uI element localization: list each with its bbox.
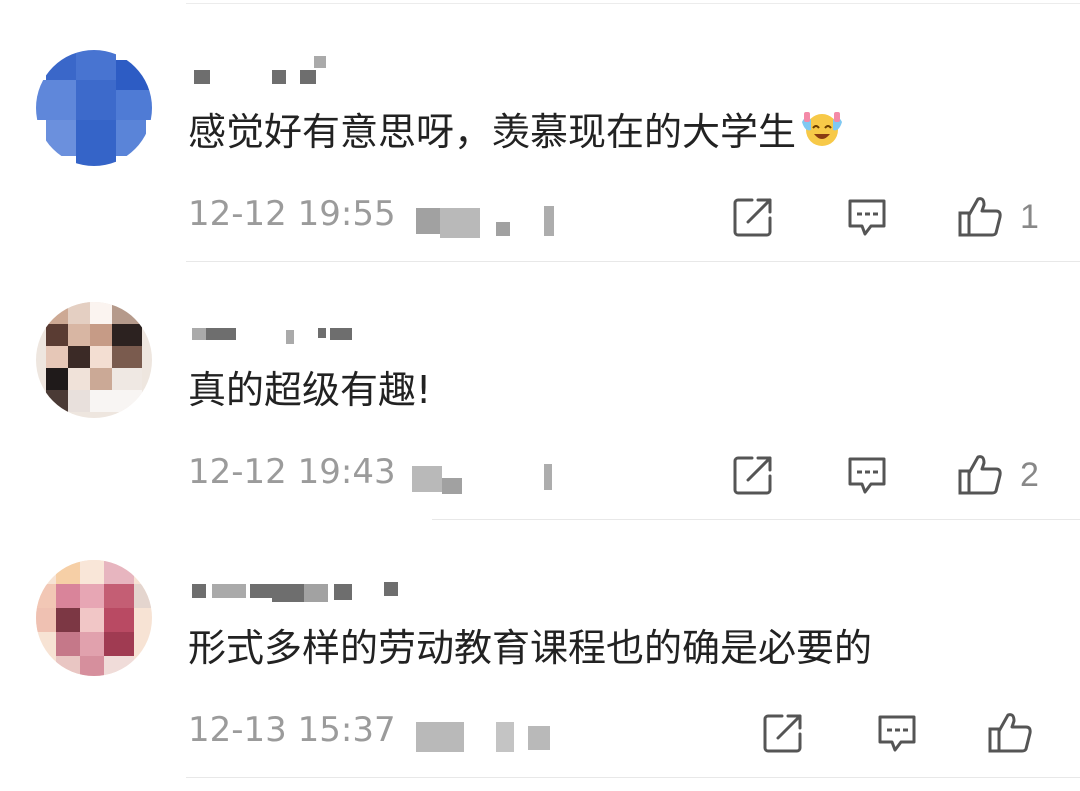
thumbs-up-icon [958, 453, 1004, 497]
comment-text: 感觉好有意思呀，羡慕现在的大学生 [188, 102, 844, 165]
comment-text: 真的超级有趣! [188, 368, 432, 412]
share-button[interactable] [762, 708, 804, 758]
username[interactable] [190, 56, 370, 84]
location-mask [412, 458, 562, 496]
reply-button[interactable] [846, 192, 888, 242]
comment-divider [186, 777, 1080, 778]
reply-button[interactable] [846, 450, 888, 500]
username[interactable] [190, 580, 410, 602]
laughing-crying-emoji-icon [800, 105, 844, 165]
reply-button[interactable] [876, 708, 918, 758]
comment-icon [846, 196, 888, 238]
comment-text: 形式多样的劳动教育课程也的确是必要的 [188, 626, 873, 670]
thumbs-up-icon [988, 711, 1034, 755]
timestamp: 12-12 19:43 [188, 452, 396, 492]
like-button[interactable]: 2 [958, 450, 1039, 500]
location-mask [416, 716, 566, 754]
share-icon [732, 196, 774, 238]
share-icon [762, 712, 804, 754]
share-button[interactable] [732, 192, 774, 242]
username[interactable] [190, 322, 370, 344]
comment-item: 真的超级有趣! 12-12 19:43 2 [0, 262, 1080, 520]
comment-icon [876, 712, 918, 754]
comment-item: 感觉好有意思呀，羡慕现在的大学生 12-12 19:55 1 [0, 4, 1080, 262]
share-button[interactable] [732, 450, 774, 500]
timestamp: 12-12 19:55 [188, 194, 396, 234]
location-mask [416, 200, 566, 238]
avatar[interactable] [36, 302, 152, 418]
like-count: 1 [1020, 197, 1039, 236]
like-button[interactable] [988, 708, 1050, 758]
share-icon [732, 454, 774, 496]
avatar[interactable] [36, 560, 152, 676]
timestamp: 12-13 15:37 [188, 710, 396, 750]
comment-item: 形式多样的劳动教育课程也的确是必要的 12-13 15:37 [0, 520, 1080, 778]
comment-icon [846, 454, 888, 496]
avatar[interactable] [36, 50, 152, 166]
like-count: 2 [1020, 455, 1039, 494]
like-button[interactable]: 1 [958, 192, 1039, 242]
thumbs-up-icon [958, 195, 1004, 239]
